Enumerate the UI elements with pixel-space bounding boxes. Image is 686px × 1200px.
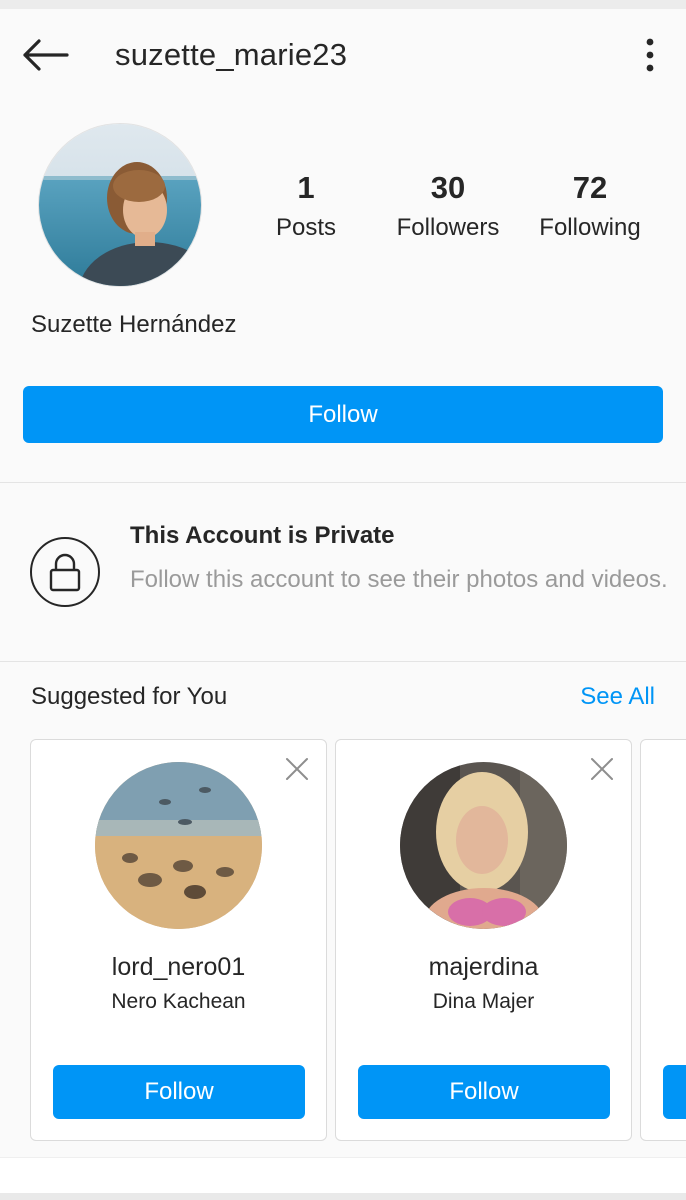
private-subtitle: Follow this account to see their photos …: [130, 566, 668, 593]
avatar-photo: [95, 762, 262, 929]
suggestion-name: Nero Kachean: [111, 990, 246, 1013]
see-all-link[interactable]: See All: [580, 683, 655, 711]
suggestion-username[interactable]: majerdina: [336, 953, 631, 982]
bottom-edge: [0, 1193, 686, 1200]
divider: [0, 661, 686, 662]
profile-username: suzette_marie23: [115, 37, 348, 72]
private-lock-badge: [30, 537, 100, 607]
posts-label: Posts: [275, 214, 337, 241]
follow-button[interactable]: Follow: [23, 386, 663, 443]
suggestion-avatar[interactable]: [95, 762, 262, 929]
suggestion-follow-button[interactable]: Follow: [358, 1065, 610, 1119]
avatar-photo: [400, 762, 567, 929]
dismiss-button[interactable]: [284, 756, 310, 782]
more-options-button[interactable]: [632, 35, 668, 75]
posts-count: 1: [297, 170, 315, 205]
profile-avatar[interactable]: [38, 123, 202, 287]
suggestion-follow-button-partial[interactable]: [663, 1065, 686, 1119]
suggestion-follow-button[interactable]: Follow: [53, 1065, 305, 1119]
suggested-title: Suggested for You: [31, 683, 228, 710]
back-button[interactable]: [18, 35, 72, 75]
followers-stat[interactable]: 30 Followers: [382, 170, 514, 244]
following-stat[interactable]: 72 Following: [524, 170, 656, 244]
status-strip: [0, 0, 686, 9]
following-label: Following: [539, 214, 641, 241]
following-count: 72: [572, 170, 608, 205]
avatar-photo: [39, 124, 201, 286]
suggestion-card-partial[interactable]: [640, 739, 686, 1141]
suggestion-name: Dina Majer: [432, 990, 535, 1013]
posts-stat: 1 Posts: [256, 170, 356, 244]
profile-full-name: Suzette Hernández: [31, 311, 237, 338]
divider: [0, 482, 686, 483]
lock-icon: [49, 553, 81, 592]
more-vertical-icon: [646, 38, 654, 72]
profile-header: suzette_marie23: [0, 9, 686, 101]
suggestion-card[interactable]: lord_nero01 Nero Kachean Follow: [30, 739, 327, 1141]
private-title: This Account is Private: [130, 522, 395, 549]
arrow-left-icon: [23, 39, 69, 71]
followers-count: 30: [430, 170, 466, 205]
followers-label: Followers: [396, 214, 500, 241]
dismiss-button[interactable]: [589, 756, 615, 782]
close-icon: [591, 758, 613, 780]
suggestion-card[interactable]: majerdina Dina Majer Follow: [335, 739, 632, 1141]
suggestion-avatar[interactable]: [400, 762, 567, 929]
close-icon: [286, 758, 308, 780]
suggestion-username[interactable]: lord_nero01: [31, 953, 326, 982]
